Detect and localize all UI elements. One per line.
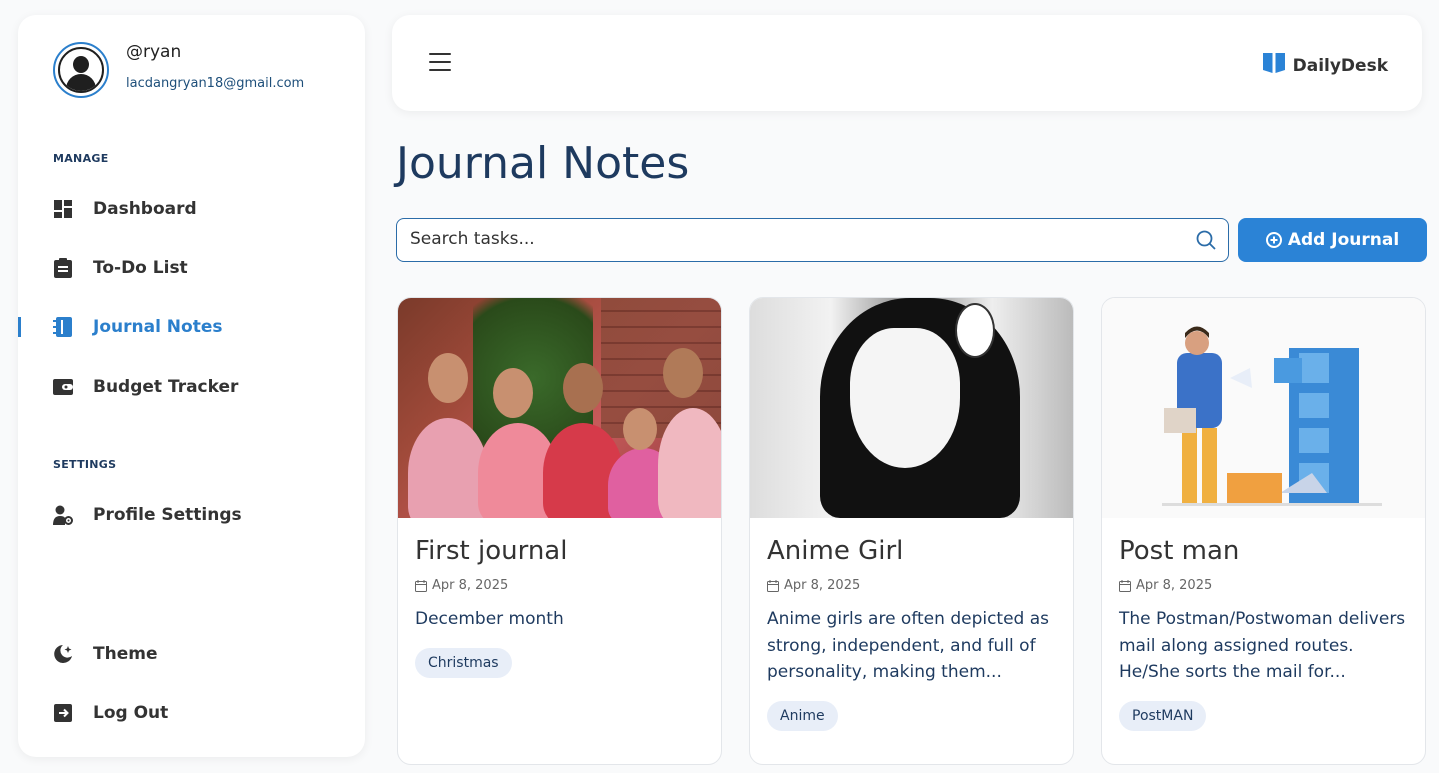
user-profile: @ryan lacdangryan18@gmail.com bbox=[53, 42, 304, 98]
plus-circle-icon bbox=[1265, 232, 1282, 248]
search-icon[interactable] bbox=[1196, 230, 1216, 254]
journal-card-date: Apr 8, 2025 bbox=[767, 578, 860, 593]
journal-card-post-man[interactable]: Post man Apr 8, 2025 The Postman/Postwom… bbox=[1101, 297, 1426, 765]
book-icon bbox=[1262, 52, 1286, 79]
sidebar-item-budget[interactable]: Budget Tracker bbox=[53, 377, 238, 397]
user-handle: @ryan bbox=[126, 42, 182, 62]
journal-card-title: Anime Girl bbox=[767, 536, 904, 566]
section-label-manage: MANAGE bbox=[53, 152, 109, 165]
journal-card-date: Apr 8, 2025 bbox=[415, 578, 508, 593]
journal-card-title: Post man bbox=[1119, 536, 1240, 566]
hamburger-icon[interactable] bbox=[429, 53, 451, 73]
journal-card-tag[interactable]: Christmas bbox=[415, 648, 512, 678]
journal-card-first-journal[interactable]: First journal Apr 8, 2025 December month… bbox=[397, 297, 722, 765]
journal-card-description: December month bbox=[415, 609, 564, 629]
journal-card-description: Anime girls are often depicted as strong… bbox=[767, 609, 1050, 682]
journal-card-image bbox=[750, 298, 1073, 518]
dashboard-icon bbox=[53, 199, 73, 219]
sidebar-item-label: Dashboard bbox=[93, 199, 197, 219]
notebook-icon bbox=[53, 317, 73, 337]
user-icon bbox=[58, 47, 104, 93]
sidebar-item-dashboard[interactable]: Dashboard bbox=[53, 199, 197, 219]
calendar-icon bbox=[415, 579, 427, 592]
sidebar-item-todo[interactable]: To-Do List bbox=[53, 258, 188, 278]
brand: DailyDesk bbox=[1262, 52, 1388, 79]
user-email: lacdangryan18@gmail.com bbox=[126, 76, 305, 91]
add-journal-button[interactable]: Add Journal bbox=[1238, 218, 1427, 262]
search-input[interactable] bbox=[397, 219, 1157, 259]
sidebar-item-logout[interactable]: Log Out bbox=[53, 703, 168, 723]
search-bar bbox=[396, 218, 1229, 262]
journal-card-tag[interactable]: PostMAN bbox=[1119, 701, 1207, 731]
sidebar-item-journal[interactable]: Journal Notes bbox=[53, 317, 223, 337]
journal-card-anime-girl[interactable]: Anime Girl Apr 8, 2025 Anime girls are o… bbox=[749, 297, 1074, 765]
sidebar-item-label: Profile Settings bbox=[93, 505, 242, 525]
brand-name: DailyDesk bbox=[1292, 55, 1388, 76]
journal-card-description: The Postman/Postwoman delivers mail alon… bbox=[1119, 609, 1406, 682]
wallet-icon bbox=[53, 377, 73, 397]
calendar-icon bbox=[767, 579, 779, 592]
journal-card-title: First journal bbox=[415, 536, 568, 566]
calendar-icon bbox=[1119, 579, 1131, 592]
journal-card-date: Apr 8, 2025 bbox=[1119, 578, 1212, 593]
avatar[interactable] bbox=[53, 42, 109, 98]
active-indicator bbox=[18, 317, 21, 337]
section-label-settings: SETTINGS bbox=[53, 458, 117, 471]
sidebar-item-label: To-Do List bbox=[93, 258, 188, 278]
user-gear-icon bbox=[53, 505, 73, 525]
journal-card-tag[interactable]: Anime bbox=[767, 701, 838, 731]
logout-icon bbox=[53, 703, 73, 723]
top-bar: DailyDesk bbox=[392, 15, 1422, 111]
sidebar-item-label: Budget Tracker bbox=[93, 377, 239, 397]
journal-card-image bbox=[398, 298, 721, 518]
sidebar-item-label: Theme bbox=[93, 644, 158, 664]
sidebar-item-theme[interactable]: Theme bbox=[53, 644, 157, 664]
journal-card-image bbox=[1102, 298, 1425, 518]
clipboard-icon bbox=[53, 258, 73, 278]
sidebar: @ryan lacdangryan18@gmail.com MANAGE Das… bbox=[18, 15, 365, 757]
add-journal-label: Add Journal bbox=[1287, 230, 1400, 250]
sidebar-item-label: Log Out bbox=[93, 703, 169, 723]
sidebar-item-label: Journal Notes bbox=[93, 317, 223, 337]
moon-icon bbox=[53, 644, 73, 664]
page-title: Journal Notes bbox=[396, 138, 690, 189]
sidebar-item-profile-settings[interactable]: Profile Settings bbox=[53, 505, 242, 525]
